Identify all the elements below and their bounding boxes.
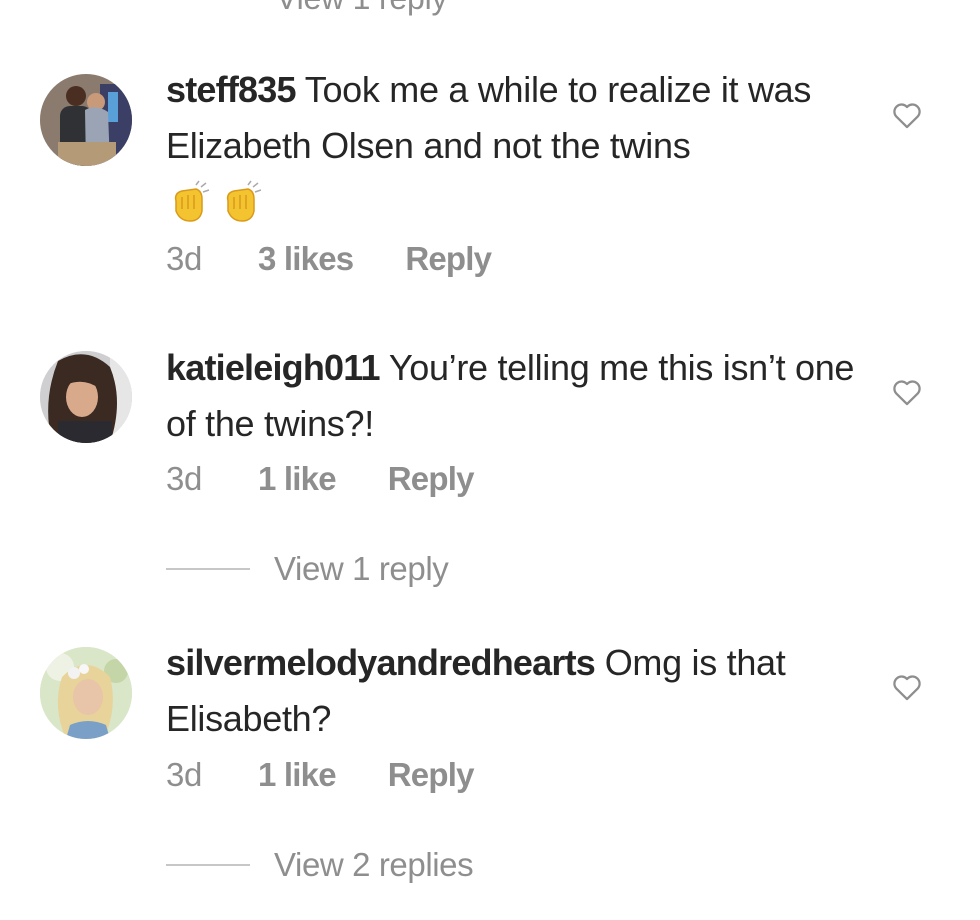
view-replies-link-top[interactable]: View 1 reply xyxy=(276,0,448,17)
reply-button[interactable]: Reply xyxy=(405,240,492,278)
reply-divider-line xyxy=(166,568,250,570)
view-replies-label[interactable]: View 1 reply xyxy=(274,550,449,588)
comment-time: 3d xyxy=(166,240,202,277)
comment-username[interactable]: katieleigh011 xyxy=(166,347,381,388)
comment-body: steff835 Took me a while to realize it w… xyxy=(166,62,866,230)
comment-body: katieleigh011 You’re telling me this isn… xyxy=(166,340,866,452)
view-replies-label[interactable]: View 2 replies xyxy=(274,846,474,884)
comment-likes[interactable]: 3 likes xyxy=(258,240,354,278)
comment-username[interactable]: silvermelodyandredhearts xyxy=(166,642,596,683)
clapping-hands-icon xyxy=(226,180,262,222)
reply-divider-line xyxy=(166,864,250,866)
comment-meta: 3d 3 likes Reply xyxy=(166,240,492,278)
comment-time: 3d xyxy=(166,460,202,497)
comment-body: silvermelodyandredhearts Omg is that Eli… xyxy=(166,635,866,747)
emoji-row xyxy=(166,174,866,230)
avatar[interactable] xyxy=(40,647,132,739)
heart-outline-icon[interactable] xyxy=(890,670,924,704)
heart-outline-icon[interactable] xyxy=(890,98,924,132)
comment-meta: 3d 1 like Reply xyxy=(166,460,474,498)
view-replies-link[interactable]: View 1 reply xyxy=(166,550,449,588)
comment-meta: 3d 1 like Reply xyxy=(166,756,474,794)
heart-outline-icon[interactable] xyxy=(890,375,924,409)
reply-button[interactable]: Reply xyxy=(388,756,475,794)
comment-time: 3d xyxy=(166,756,202,793)
comment-likes[interactable]: 1 like xyxy=(258,756,337,794)
avatar[interactable] xyxy=(40,74,132,166)
comment-likes[interactable]: 1 like xyxy=(258,460,337,498)
clapping-hands-icon xyxy=(174,180,210,222)
comment-username[interactable]: steff835 xyxy=(166,69,296,110)
avatar[interactable] xyxy=(40,351,132,443)
reply-button[interactable]: Reply xyxy=(388,460,475,498)
view-replies-link[interactable]: View 2 replies xyxy=(166,846,474,884)
